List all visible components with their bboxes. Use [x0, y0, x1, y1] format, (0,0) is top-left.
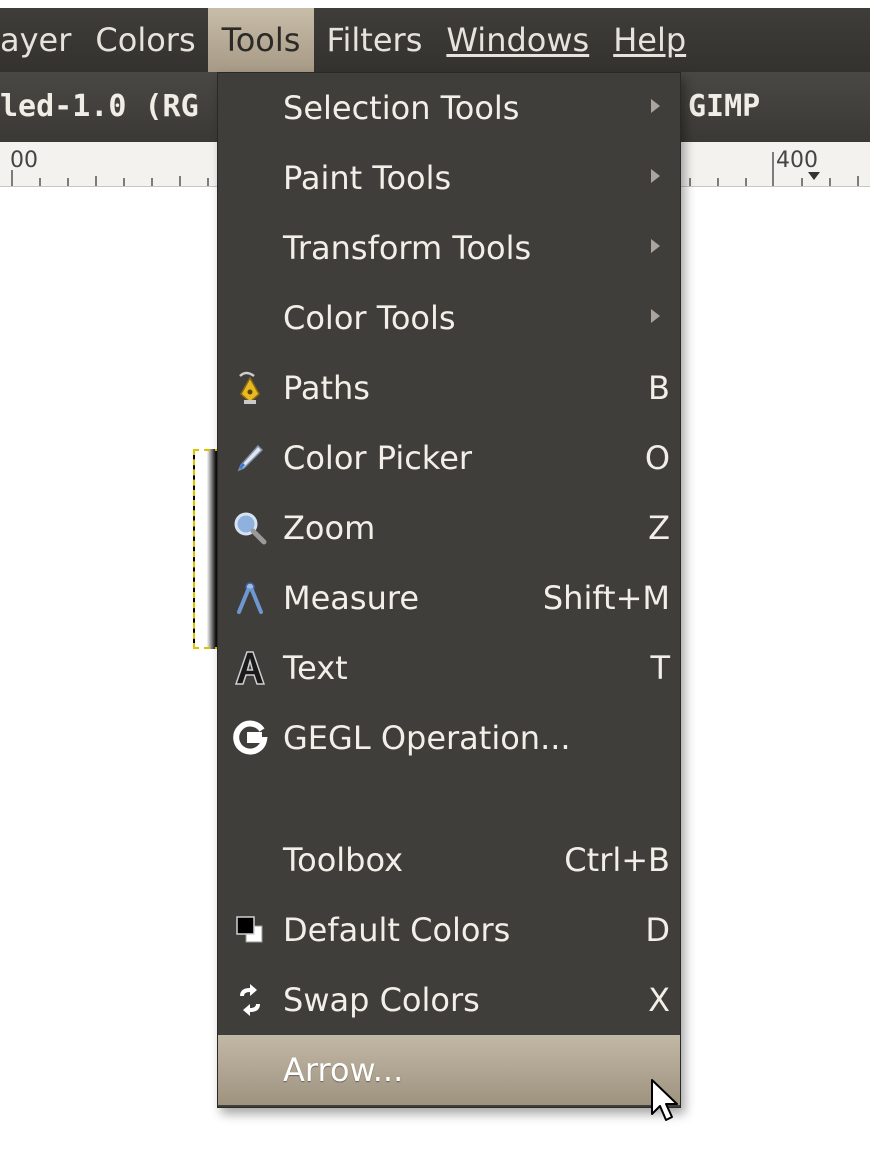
submenu-arrow-icon: [651, 309, 660, 323]
default-colors-icon: [236, 916, 263, 943]
menu-windows-label: Windows: [446, 21, 590, 59]
ruler-label: 400: [776, 148, 818, 173]
swap-colors-icon: [240, 984, 260, 1016]
zoom-icon: [234, 512, 267, 545]
menu-item-label: Arrow...: [283, 1051, 404, 1089]
menu-item-measure[interactable]: Measure Shift+M: [218, 563, 680, 633]
menu-item-gegl-operation[interactable]: GEGL Operation...: [218, 703, 680, 773]
menu-item-transform-tools[interactable]: Transform Tools: [218, 213, 680, 283]
color-picker-icon: [237, 444, 264, 472]
gegl-icon: [233, 720, 268, 755]
ruler-label: 00: [10, 148, 38, 173]
menu-item-label: GEGL Operation...: [283, 719, 571, 757]
app-name: GIMP: [688, 89, 761, 124]
menu-layer[interactable]: ayer: [0, 8, 83, 72]
image-title: led-1.0 (RG: [0, 89, 199, 124]
menu-item-label: Paint Tools: [283, 159, 452, 197]
menu-item-paths[interactable]: Paths B: [218, 353, 680, 423]
menu-item-label: Default Colors: [283, 911, 511, 949]
menu-help[interactable]: Help: [601, 8, 698, 72]
menu-item-arrow[interactable]: Arrow...: [218, 1035, 680, 1105]
shortcut-label: D: [645, 911, 670, 949]
menu-item-paint-tools[interactable]: Paint Tools: [218, 143, 680, 213]
menu-filters[interactable]: Filters: [314, 8, 434, 72]
menu-colors[interactable]: Colors: [83, 8, 207, 72]
menu-item-default-colors[interactable]: Default Colors D: [218, 895, 680, 965]
shortcut-label: Z: [648, 509, 670, 547]
submenu-arrow-icon: [651, 169, 660, 183]
menubar: ayer Colors Tools Filters Windows Help: [0, 8, 870, 72]
mouse-cursor-icon: [651, 1079, 678, 1121]
menu-item-label: Paths: [283, 369, 370, 407]
menu-item-color-picker[interactable]: Color Picker O: [218, 423, 680, 493]
menu-item-toolbox[interactable]: Toolbox Ctrl+B: [218, 825, 680, 895]
menu-item-label: Toolbox: [283, 841, 403, 879]
shortcut-label: B: [648, 369, 670, 407]
submenu-arrow-icon: [651, 239, 660, 253]
menu-item-label: Zoom: [283, 509, 376, 547]
text-icon: [234, 651, 266, 685]
tools-menu: Selection Tools Paint Tools Transform To…: [217, 72, 681, 1108]
menu-item-zoom[interactable]: Zoom Z: [218, 493, 680, 563]
paths-icon: [239, 371, 260, 404]
menu-item-swap-colors[interactable]: Swap Colors X: [218, 965, 680, 1035]
shortcut-label: X: [648, 981, 670, 1019]
submenu-arrow-icon: [651, 99, 660, 113]
menu-item-selection-tools[interactable]: Selection Tools: [218, 73, 680, 143]
shortcut-label: O: [644, 439, 670, 477]
shortcut-label: Ctrl+B: [564, 841, 670, 879]
menu-windows[interactable]: Windows: [434, 8, 601, 72]
menu-item-color-tools[interactable]: Color Tools: [218, 283, 680, 353]
menu-item-label: Measure: [283, 579, 419, 617]
menu-item-label: Color Tools: [283, 299, 456, 337]
menu-item-label: Selection Tools: [283, 89, 520, 127]
menu-help-label: Help: [613, 21, 687, 59]
menu-item-label: Color Picker: [283, 439, 473, 477]
shortcut-label: Shift+M: [542, 579, 670, 617]
menu-item-label: Text: [283, 649, 348, 687]
menu-item-label: Swap Colors: [283, 981, 480, 1019]
menu-tools[interactable]: Tools: [207, 8, 315, 72]
menu-item-text[interactable]: Text T: [218, 633, 680, 703]
measure-icon: [237, 582, 263, 614]
menu-item-label: Transform Tools: [283, 229, 532, 267]
shortcut-label: T: [650, 649, 670, 687]
